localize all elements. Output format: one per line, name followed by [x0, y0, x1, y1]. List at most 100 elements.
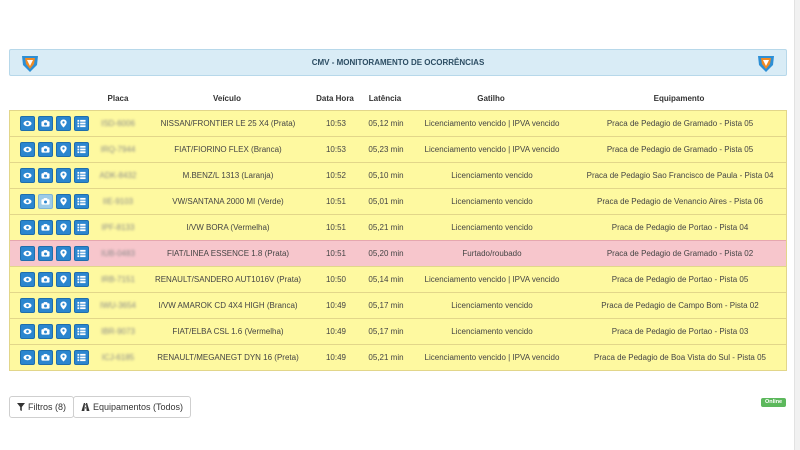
details-button[interactable]: [74, 298, 89, 313]
table-row[interactable]: IWU-3654 I/VW AMAROK CD 4X4 HIGH (Branca)…: [10, 292, 786, 318]
row-actions: [20, 142, 90, 158]
table-row[interactable]: IRQ-7944 FIAT/FIORINO FLEX (Branca) 10:53 0…: [10, 136, 786, 162]
location-button[interactable]: [56, 220, 71, 235]
table-row[interactable]: IRB-7151 RENAULT/SANDERO AUT1016V (Prata)…: [10, 266, 786, 292]
photo-button[interactable]: [38, 220, 53, 235]
vehicle-cell: I/VW AMAROK CD 4X4 HIGH (Branca): [158, 301, 298, 310]
view-button[interactable]: [20, 350, 35, 365]
equipment-label: Equipamentos (Todos): [93, 402, 184, 412]
datetime-cell: 10:53: [325, 145, 347, 154]
details-button[interactable]: [74, 168, 89, 183]
view-button[interactable]: [20, 324, 35, 339]
row-actions: [20, 272, 90, 288]
photo-button[interactable]: [38, 272, 53, 287]
equipment-cell: Praca de Pedagio de Boa Vista do Sul - P…: [594, 353, 766, 362]
column-header-gatilho[interactable]: Gatilho: [411, 94, 571, 103]
table-row[interactable]: ADK-8432 M.BENZ/L 1313 (Laranja) 10:52 05,1…: [10, 162, 786, 188]
details-button[interactable]: [74, 246, 89, 261]
location-button[interactable]: [56, 142, 71, 157]
location-button[interactable]: [56, 116, 71, 131]
location-button[interactable]: [56, 298, 71, 313]
trigger-cell: Licenciamento vencido | IPVA vencido: [424, 275, 560, 284]
eye-icon: [23, 172, 32, 179]
location-button[interactable]: [56, 350, 71, 365]
photo-button[interactable]: [38, 116, 53, 131]
datetime-cell: 10:49: [325, 301, 347, 310]
table-row[interactable]: IUB-0483 FIAT/LINEA ESSENCE 1.8 (Prata) 10…: [10, 240, 786, 266]
photo-button[interactable]: [38, 350, 53, 365]
eye-icon: [23, 276, 32, 283]
map-pin-icon: [60, 275, 67, 284]
list-icon: [77, 119, 86, 128]
filters-button[interactable]: Filtros (8): [9, 396, 74, 418]
view-button[interactable]: [20, 142, 35, 157]
location-button[interactable]: [56, 194, 71, 209]
photo-button[interactable]: [38, 298, 53, 313]
equipment-cell: Praca de Pedagio de Gramado - Pista 05: [606, 119, 754, 128]
details-button[interactable]: [74, 194, 89, 209]
details-button[interactable]: [74, 142, 89, 157]
column-header-veiculo[interactable]: Veículo: [159, 94, 295, 103]
photo-button[interactable]: [38, 142, 53, 157]
row-actions: [20, 246, 90, 262]
latency-cell: 05,10 min: [368, 171, 404, 180]
equipment-cell: Praca de Pedagio de Portao - Pista 04: [611, 223, 749, 232]
table-row[interactable]: ICJ-6185 RENAULT/MEGANEGT DYN 16 (Preta) 1…: [10, 344, 786, 370]
plate-cell: IIE-9103: [102, 197, 134, 206]
latency-cell: 05,12 min: [368, 119, 404, 128]
map-pin-icon: [60, 301, 67, 310]
map-pin-icon: [60, 327, 67, 336]
location-button[interactable]: [56, 324, 71, 339]
table-row[interactable]: IIE-9103 VW/SANTANA 2000 MI (Verde) 10:51 0…: [10, 188, 786, 214]
map-pin-icon: [60, 223, 67, 232]
column-header-latencia[interactable]: Latência: [359, 94, 411, 103]
map-pin-icon: [60, 119, 67, 128]
photo-button[interactable]: [38, 168, 53, 183]
view-button[interactable]: [20, 220, 35, 235]
vehicle-cell: VW/SANTANA 2000 MI (Verde): [172, 197, 284, 206]
equipment-cell: Praca de Pedagio de Venancio Aires - Pis…: [597, 197, 763, 206]
table-row[interactable]: IBR-9073 FIAT/ELBA CSL 1.6 (Vermelha) 10:4…: [10, 318, 786, 344]
location-button[interactable]: [56, 246, 71, 261]
trigger-cell: Licenciamento vencido: [451, 327, 533, 336]
plate-cell: ICJ-6185: [101, 353, 135, 362]
equipment-cell: Praca de Pedagio Sao Francisco de Paula …: [586, 171, 774, 180]
view-button[interactable]: [20, 246, 35, 261]
equipment-button[interactable]: Equipamentos (Todos): [73, 396, 192, 418]
view-button[interactable]: [20, 168, 35, 183]
camera-icon: [41, 146, 50, 153]
table-row[interactable]: IPF-8133 I/VW BORA (Vermelha) 10:51 05,21 m…: [10, 214, 786, 240]
location-button[interactable]: [56, 168, 71, 183]
details-button[interactable]: [74, 272, 89, 287]
view-button[interactable]: [20, 116, 35, 131]
camera-icon: [41, 250, 50, 257]
column-header-equipamento[interactable]: Equipamento: [581, 94, 777, 103]
table-row[interactable]: ISD-6006 NISSAN/FRONTIER LE 25 X4 (Prata)…: [10, 110, 786, 136]
column-header-data-hora[interactable]: Data Hora: [311, 94, 359, 103]
details-button[interactable]: [74, 324, 89, 339]
photo-button[interactable]: [38, 246, 53, 261]
trigger-cell: Licenciamento vencido | IPVA vencido: [424, 353, 560, 362]
row-actions: [20, 298, 90, 314]
details-button[interactable]: [74, 220, 89, 235]
trigger-cell: Licenciamento vencido: [451, 171, 533, 180]
latency-cell: 05,21 min: [368, 223, 404, 232]
view-button[interactable]: [20, 298, 35, 313]
vehicle-cell: FIAT/FIORINO FLEX (Branca): [174, 145, 282, 154]
photo-button[interactable]: [38, 324, 53, 339]
details-button[interactable]: [74, 116, 89, 131]
camera-icon: [41, 354, 50, 361]
location-button[interactable]: [56, 272, 71, 287]
photo-button[interactable]: [38, 194, 53, 209]
latency-cell: 05,14 min: [368, 275, 404, 284]
column-header-placa[interactable]: Placa: [101, 94, 135, 103]
view-button[interactable]: [20, 194, 35, 209]
road-icon: [81, 403, 90, 411]
datetime-cell: 10:51: [325, 223, 347, 232]
occurrences-table: Placa Veículo Data Hora Latência Gatilho…: [9, 88, 787, 371]
details-button[interactable]: [74, 350, 89, 365]
scrollbar[interactable]: [794, 0, 800, 450]
latency-cell: 05,17 min: [368, 327, 404, 336]
view-button[interactable]: [20, 272, 35, 287]
table-body: ISD-6006 NISSAN/FRONTIER LE 25 X4 (Prata)…: [9, 110, 787, 371]
